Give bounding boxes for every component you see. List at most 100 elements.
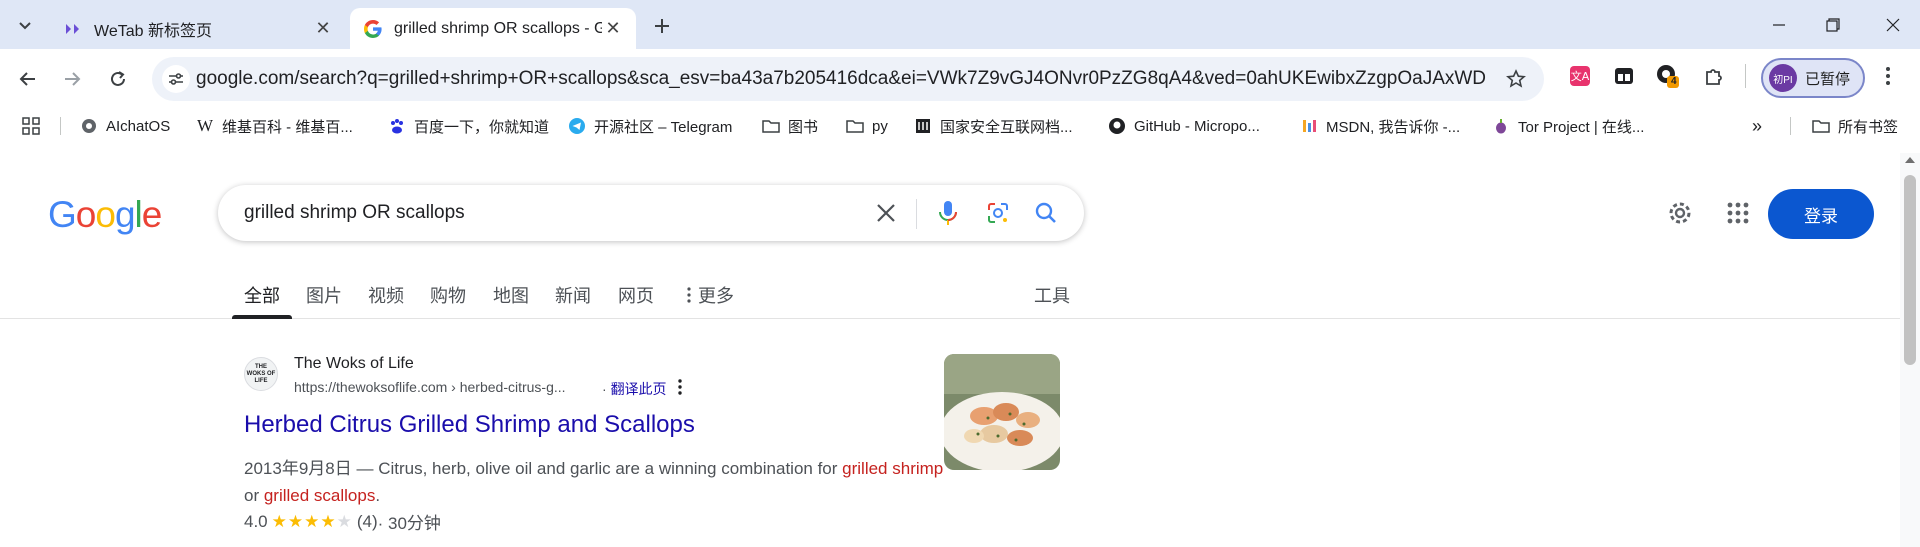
- bookmark-wikipedia[interactable]: W 维基百科 - 维基百...: [196, 109, 353, 143]
- bookmark-label: 维基百科 - 维基百...: [222, 118, 353, 136]
- translate-extension-icon[interactable]: 文A: [1566, 62, 1594, 90]
- site-info-icon[interactable]: [162, 65, 190, 93]
- tab-shopping[interactable]: 购物: [430, 271, 466, 319]
- tab-extension-icon[interactable]: [1610, 62, 1638, 90]
- close-window-button[interactable]: [1868, 0, 1918, 49]
- bookmark-telegram[interactable]: 开源社区 – Telegram: [568, 109, 732, 143]
- folder-icon: [762, 117, 780, 135]
- restore-icon: [1826, 17, 1840, 32]
- bookmark-label: 开源社区 – Telegram: [594, 118, 733, 136]
- tab-search-button[interactable]: [10, 12, 40, 38]
- github-icon: [1108, 117, 1126, 135]
- snippet-date: 2013年9月8日 —: [244, 459, 379, 478]
- minimize-window-button[interactable]: [1754, 0, 1804, 49]
- google-results-page: Google 登录 全部 图片 视频 购物 地图 新闻: [0, 143, 1920, 547]
- arrow-right-icon: [65, 72, 81, 86]
- tab-strip: WeTab 新标签页 ✕ grilled shrimp OR scallops …: [0, 0, 1920, 49]
- voice-search-button[interactable]: [934, 199, 962, 227]
- forward-button[interactable]: [54, 61, 90, 97]
- tab-more[interactable]: 更多: [686, 271, 734, 319]
- close-icon: [877, 204, 895, 222]
- baidu-icon: [388, 117, 406, 135]
- bookmarks-divider: [60, 117, 61, 135]
- bookmark-folder-py[interactable]: py: [846, 109, 888, 143]
- result-site-name[interactable]: The Woks of Life: [294, 355, 414, 373]
- tab-more-label: 更多: [698, 286, 734, 306]
- bookmark-folder-books[interactable]: 图书: [762, 109, 818, 143]
- page-scrollbar[interactable]: [1900, 153, 1920, 547]
- bookmarks-overflow-button[interactable]: »: [1752, 109, 1762, 143]
- url-text[interactable]: google.com/search?q=grilled+shrimp+OR+sc…: [196, 57, 1486, 101]
- tab-google-search[interactable]: grilled shrimp OR scallops - G ✕: [350, 8, 636, 49]
- result-snippet: 2013年9月8日 — Citrus, herb, olive oil and …: [244, 455, 944, 509]
- tab-images[interactable]: 图片: [306, 271, 342, 319]
- lens-search-button[interactable]: [984, 199, 1012, 227]
- minimize-icon: [1773, 23, 1785, 26]
- toolbar-divider: [1745, 64, 1746, 88]
- profile-button[interactable]: 初PI 已暂停: [1761, 58, 1865, 98]
- scrollbar-thumb[interactable]: [1904, 175, 1916, 365]
- all-bookmarks-button[interactable]: 所有书签: [1812, 109, 1898, 143]
- all-bookmarks-label: 所有书签: [1838, 118, 1899, 136]
- close-icon[interactable]: ✕: [312, 18, 334, 40]
- snippet-text: or: [244, 486, 264, 505]
- extension-badge-icon[interactable]: 4: [1654, 62, 1682, 90]
- folder-icon: [846, 117, 864, 135]
- bookmark-label: 百度一下，你就知道: [414, 118, 550, 136]
- translate-page-link[interactable]: · 翻译此页: [602, 379, 667, 399]
- reload-button[interactable]: [100, 61, 136, 97]
- msdn-icon: [1300, 117, 1318, 135]
- bookmark-tor[interactable]: Tor Project | 在线...: [1492, 109, 1644, 143]
- close-icon: [1886, 18, 1900, 31]
- svg-text:文A: 文A: [1571, 69, 1590, 83]
- settings-button[interactable]: [1666, 199, 1694, 227]
- tab-maps[interactable]: 地图: [493, 271, 529, 319]
- apps-grid-icon: [22, 117, 40, 135]
- search-input[interactable]: [244, 185, 844, 241]
- tab-news[interactable]: 新闻: [555, 271, 591, 319]
- tools-button[interactable]: 工具: [1034, 271, 1070, 319]
- search-submit-button[interactable]: [1032, 199, 1060, 227]
- archive-icon: [914, 117, 932, 135]
- result-url[interactable]: https://thewoksoflife.com › herbed-citru…: [294, 379, 566, 395]
- tab-videos[interactable]: 视频: [368, 271, 404, 319]
- wikipedia-icon: W: [196, 116, 214, 135]
- tab-web[interactable]: 网页: [618, 271, 654, 319]
- extensions-puzzle-icon[interactable]: [1700, 62, 1728, 90]
- google-logo[interactable]: Google: [48, 194, 164, 244]
- result-more-button[interactable]: [672, 379, 688, 400]
- selected-tab-indicator: [232, 315, 292, 319]
- bookmark-baidu[interactable]: 百度一下，你就知道: [388, 109, 549, 143]
- bookmark-aichatos[interactable]: AIchatOS: [80, 109, 170, 143]
- plus-icon: [655, 19, 669, 33]
- tab-all[interactable]: 全部: [244, 271, 280, 319]
- google-apps-button[interactable]: [1724, 199, 1752, 227]
- new-tab-button[interactable]: [648, 12, 676, 40]
- search-box: [218, 185, 1084, 241]
- browser-menu-icon[interactable]: [1876, 64, 1900, 88]
- bookmark-star-icon[interactable]: [1504, 67, 1528, 91]
- result-rating: 4.0 ★★★★★ (4) · 30分钟: [244, 509, 441, 534]
- snippet-text: .: [375, 486, 381, 505]
- clear-search-button[interactable]: [872, 199, 900, 227]
- sign-in-button[interactable]: 登录: [1768, 189, 1874, 239]
- tab-wetab[interactable]: WeTab 新标签页 ✕: [50, 8, 346, 49]
- back-button[interactable]: [10, 61, 46, 97]
- close-icon[interactable]: ✕: [602, 18, 624, 40]
- rating-stars: ★★★★★: [271, 511, 353, 531]
- search-divider: [916, 199, 917, 229]
- result-thumbnail-image[interactable]: [944, 354, 1060, 470]
- snippet-highlight: grilled shrimp: [842, 459, 944, 478]
- restore-window-button[interactable]: [1808, 0, 1858, 49]
- bookmark-github[interactable]: GitHub - Micropo...: [1108, 109, 1260, 143]
- avatar: 初PI: [1769, 64, 1797, 92]
- bookmark-label: GitHub - Micropo...: [1134, 117, 1260, 135]
- bookmark-msdn[interactable]: MSDN, 我告诉你 -...: [1300, 109, 1460, 143]
- address-bar[interactable]: google.com/search?q=grilled+shrimp+OR+sc…: [152, 57, 1544, 101]
- google-icon: [364, 19, 382, 38]
- chevron-down-icon: [19, 22, 31, 30]
- apps-grid-button[interactable]: [22, 109, 40, 143]
- scroll-up-arrow-icon[interactable]: [1905, 157, 1915, 163]
- result-title-link[interactable]: Herbed Citrus Grilled Shrimp and Scallop…: [244, 411, 695, 439]
- bookmark-archive[interactable]: 国家安全互联网档...: [914, 109, 1073, 143]
